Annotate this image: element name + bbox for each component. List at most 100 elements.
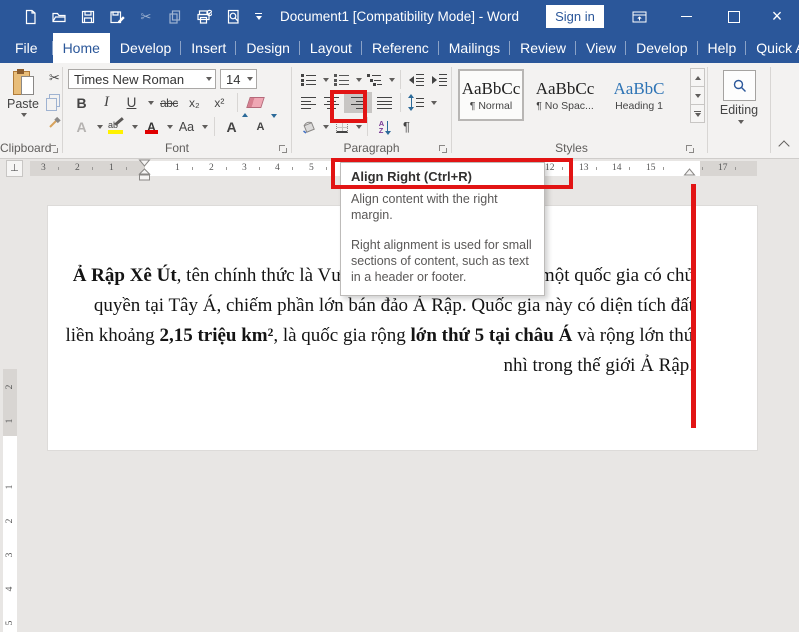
tab-file[interactable]: File [0,33,53,63]
editing-dropdown-icon[interactable] [738,120,744,124]
line-spacing-dropdown-icon[interactable] [431,101,437,105]
bullets-button[interactable] [298,69,319,90]
font-family-select[interactable]: Times New Roman [68,69,216,89]
new-document-icon[interactable] [22,9,38,25]
increase-indent-button[interactable] [429,69,450,90]
right-indent-marker[interactable] [683,168,696,177]
clipboard-dialog-launcher[interactable] [49,144,59,154]
font-color-button[interactable]: A [141,116,162,137]
style-normal[interactable]: AaBbCc ¶ Normal [458,69,524,121]
align-left-button[interactable] [298,92,319,113]
ribbon-display-options-button[interactable] [625,0,653,33]
borders-dropdown-icon[interactable] [356,125,362,129]
multilevel-list-icon [367,73,382,86]
sort-button[interactable]: AZ [373,116,394,137]
multilevel-list-button[interactable] [364,69,385,90]
style-name: ¶ No Spac... [536,100,594,112]
underline-dropdown-icon[interactable] [148,101,154,105]
multilevel-dropdown-icon[interactable] [389,78,395,82]
bullets-dropdown-icon[interactable] [323,78,329,82]
annotation-right-margin-line [691,184,696,428]
font-dialog-launcher[interactable] [278,144,288,154]
open-folder-icon[interactable] [51,9,67,25]
print-icon[interactable] [196,9,212,25]
styles-more-button[interactable] [690,104,705,123]
tab-layout[interactable]: Layout [300,33,362,63]
paste-button[interactable]: Paste [4,68,42,136]
save-icon[interactable] [80,9,96,25]
tab-develop-2[interactable]: Develop [626,33,697,63]
style-no-spacing[interactable]: AaBbCc ¶ No Spac... [532,69,598,121]
paragraph-dialog-launcher[interactable] [438,144,448,154]
tab-review[interactable]: Review [510,33,576,63]
sign-in-button[interactable]: Sign in [546,5,604,28]
tab-view[interactable]: View [576,33,626,63]
show-formatting-marks-button[interactable]: ¶ [396,116,417,137]
tab-help[interactable]: Help [698,33,747,63]
change-case-button[interactable]: Aa [176,116,197,137]
hanging-indent-marker[interactable] [138,168,151,182]
editing-button[interactable] [723,70,756,101]
save-as-icon[interactable] [109,9,125,25]
font-size-value: 14 [226,72,240,87]
minimize-button[interactable] [672,0,700,33]
tab-quick-access[interactable]: Quick A [746,33,799,63]
subscript-button[interactable]: x₂ [184,92,205,113]
tab-mailings[interactable]: Mailings [439,33,510,63]
style-heading-1[interactable]: AaBbC Heading 1 [606,69,672,121]
paste-dropdown-icon[interactable] [21,113,27,117]
customize-qat-icon[interactable] [254,13,262,20]
numbering-dropdown-icon[interactable] [356,78,362,82]
italic-button[interactable]: I [96,92,117,113]
font-color-dropdown-icon[interactable] [167,125,173,129]
decrease-indent-button[interactable] [406,69,427,90]
styles-scroll-up-button[interactable] [690,68,705,87]
font-size-select[interactable]: 14 [220,69,257,89]
ribbon: Paste ✂ Clipboard Times New Roman 14 B I… [0,63,799,159]
maximize-button[interactable] [720,0,748,33]
tab-stop-selector[interactable]: ⊥ [6,160,23,177]
ruler-number: 5 [309,161,314,176]
ruler-number: 3 [242,161,247,176]
line-spacing-button[interactable] [406,92,427,113]
vertical-ruler[interactable]: 2 1 1 2 3 4 5 [3,369,17,632]
clear-formatting-button[interactable] [245,92,266,113]
numbering-button[interactable] [331,69,352,90]
style-preview: AaBbCc [536,79,595,99]
grow-font-button[interactable]: A [221,116,242,137]
tab-references[interactable]: Referenc [362,33,439,63]
style-preview: AaBbC [614,79,665,99]
print-preview-icon[interactable] [225,9,241,25]
annotation-box-align-right-button [330,90,367,123]
styles-scroll-down-button[interactable] [690,86,705,105]
quick-access-toolbar: ✂ [22,0,262,33]
font-color-icon: A [145,119,158,134]
ruler-number: 2 [4,380,16,394]
shading-button[interactable] [298,116,319,137]
title-bar: ✂ Document1 [Compatibility Mode] - Word … [0,0,799,33]
text-highlight-button[interactable]: ab [106,116,127,137]
underline-button[interactable]: U [121,92,142,113]
strikethrough-button[interactable]: abc [158,92,180,113]
tab-design[interactable]: Design [236,33,300,63]
ruler-number: 2 [209,161,214,176]
ruler-number: 17 [718,161,728,176]
shading-dropdown-icon[interactable] [323,125,329,129]
highlight-dropdown-icon[interactable] [132,125,138,129]
bold-button[interactable]: B [71,92,92,113]
styles-group: AaBbCc ¶ Normal AaBbCc ¶ No Spac... AaBb… [452,63,707,158]
tab-insert[interactable]: Insert [181,33,236,63]
close-button[interactable]: × [762,0,792,33]
font-family-dropdown-icon [206,77,212,81]
first-line-indent-marker[interactable] [138,159,151,167]
text-effects-button[interactable]: A [71,116,92,137]
shrink-font-button[interactable]: A [250,116,271,137]
styles-dialog-launcher[interactable] [685,144,695,154]
collapse-ribbon-icon[interactable] [778,140,789,151]
sort-az-icon: AZ [379,120,384,134]
tab-develop-1[interactable]: Develop [110,33,181,63]
justify-button[interactable] [374,92,395,113]
superscript-button[interactable]: x² [209,92,230,113]
tab-home[interactable]: Home [53,33,110,63]
ruler-number: 14 [612,161,622,176]
